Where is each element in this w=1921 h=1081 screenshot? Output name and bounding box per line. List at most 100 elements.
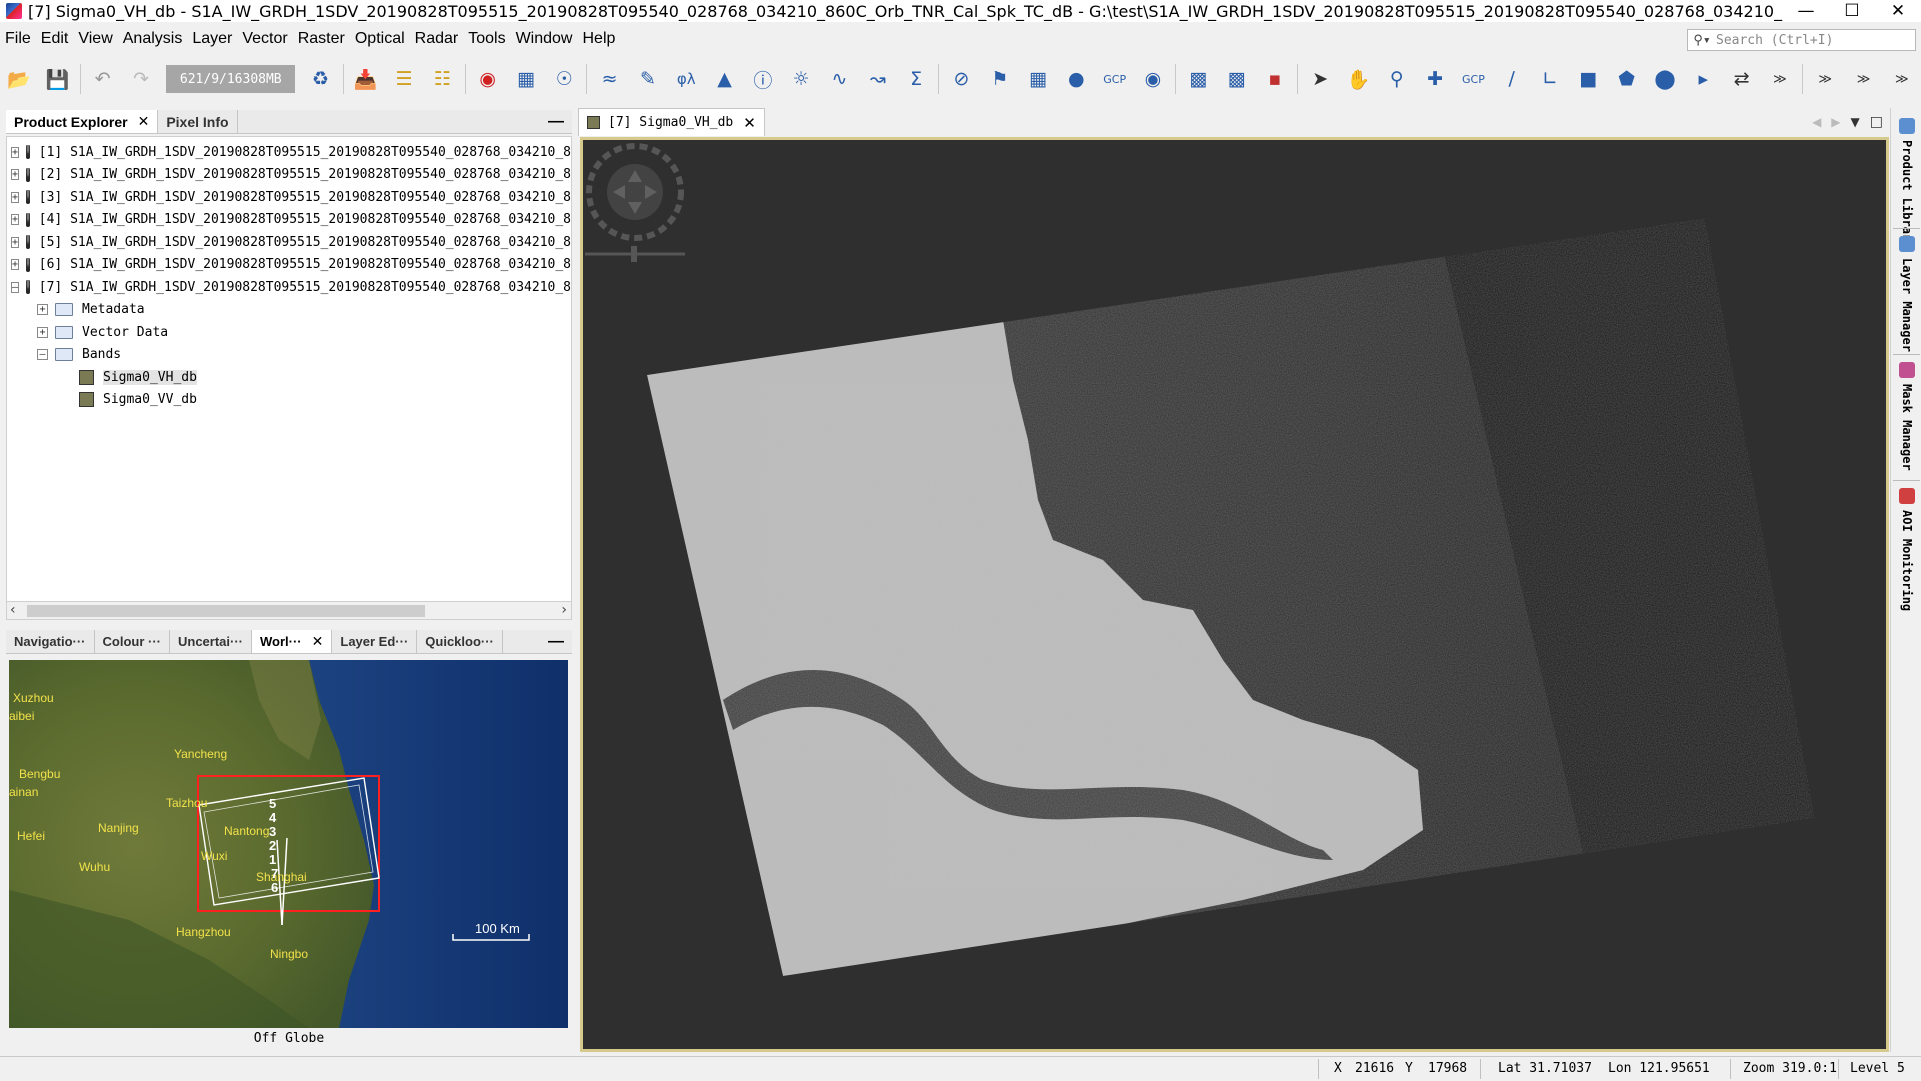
spectrum-icon[interactable]: φλ — [671, 64, 701, 95]
rgb-image-icon[interactable]: ◉ — [473, 64, 503, 95]
zoom-tool-icon[interactable]: ⚲ — [1382, 64, 1412, 95]
side-tab-mask-manager[interactable]: Mask Manager — [1895, 362, 1919, 471]
redo-icon[interactable]: ↷ — [126, 64, 156, 95]
geo-coding-icon[interactable]: ☼ — [786, 64, 816, 95]
tree-node-vector-data[interactable]: + Vector Data — [7, 321, 571, 344]
tab-scroll-left-icon[interactable]: ◀ — [1807, 108, 1826, 136]
navigation-control[interactable] — [585, 143, 685, 262]
edit-icon[interactable]: ✎ — [633, 64, 663, 95]
gcp-manager-icon[interactable]: ● — [1061, 64, 1091, 95]
magic-wand-icon[interactable]: ▸ — [1688, 64, 1718, 95]
menu-raster[interactable]: Raster — [293, 30, 350, 48]
close-icon[interactable]: ✕ — [743, 114, 756, 132]
scroll-right-icon[interactable]: › — [561, 602, 567, 618]
menu-help[interactable]: Help — [577, 30, 620, 48]
expand-icon[interactable]: + — [37, 326, 48, 338]
tree-band-sigma0-vv[interactable]: Sigma0_VV_db — [7, 389, 571, 412]
overlay-icon[interactable]: ▪ — [1260, 64, 1290, 95]
statistics-icon[interactable]: Σ — [901, 64, 931, 95]
collapse-icon[interactable]: – — [11, 281, 20, 293]
pin-placing-icon[interactable]: ✚ — [1420, 64, 1450, 95]
band-maths-icon[interactable]: ▦ — [511, 64, 541, 95]
scatter-plot-icon[interactable]: ∿ — [824, 64, 854, 95]
maximize-view-icon[interactable]: □ — [1865, 108, 1888, 136]
tree-node-metadata[interactable]: + Metadata — [7, 299, 571, 322]
menu-analysis[interactable]: Analysis — [118, 30, 188, 48]
tab-world-view[interactable]: Worl··· ✕ — [252, 630, 333, 653]
tab-uncertainty[interactable]: Uncertai··· — [170, 630, 252, 653]
menu-edit[interactable]: Edit — [36, 30, 74, 48]
tree-node-bands[interactable]: – Bands — [7, 344, 571, 367]
world-view-icon[interactable]: ◉ — [1138, 64, 1168, 95]
image-view[interactable] — [580, 137, 1889, 1052]
expand-icon[interactable]: + — [11, 236, 20, 248]
tree-product-5[interactable]: + [5] S1A_IW_GRDH_1SDV_20190828T095515_20… — [7, 231, 571, 254]
undo-icon[interactable]: ↶ — [88, 64, 118, 95]
mask-icon[interactable]: ⊘ — [946, 64, 976, 95]
tree-product-1[interactable]: + [1] S1A_IW_GRDH_1SDV_20190828T095515_20… — [7, 141, 571, 164]
search-input[interactable]: ⚲▾ Search (Ctrl+I) — [1687, 29, 1916, 51]
ellipse-tool-icon[interactable]: ⬤ — [1650, 64, 1680, 95]
tab-layer-editor[interactable]: Layer Ed··· — [332, 630, 418, 653]
menu-radar[interactable]: Radar — [410, 30, 464, 48]
expand-icon[interactable]: + — [11, 214, 20, 226]
open-product-icon[interactable]: 📂 — [4, 64, 34, 95]
layer-editor-icon[interactable]: ▩ — [1183, 64, 1213, 95]
tree-product-3[interactable]: + [3] S1A_IW_GRDH_1SDV_20190828T095515_20… — [7, 186, 571, 209]
tree-product-4[interactable]: + [4] S1A_IW_GRDH_1SDV_20190828T095515_20… — [7, 209, 571, 232]
tree-band-sigma0-vh[interactable]: Sigma0_VH_db — [7, 366, 571, 389]
save-product-icon[interactable]: 💾 — [42, 64, 72, 95]
horizontal-scrollbar[interactable]: ‹ › — [6, 602, 572, 620]
graticule-icon[interactable]: ▦ — [1023, 64, 1053, 95]
menu-window[interactable]: Window — [511, 30, 578, 48]
correlation-icon[interactable]: ↝ — [863, 64, 893, 95]
tab-image-view[interactable]: [7] Sigma0_VH_db ✕ — [578, 108, 765, 136]
side-tab-aoi-monitoring[interactable]: AOI Monitoring — [1895, 488, 1919, 611]
tree-product-2[interactable]: + [2] S1A_IW_GRDH_1SDV_20190828T095515_20… — [7, 164, 571, 187]
menu-layer[interactable]: Layer — [187, 30, 237, 48]
line-tool-icon[interactable]: ∕ — [1497, 64, 1527, 95]
close-window-button[interactable]: ✕ — [1875, 0, 1921, 22]
tab-navigation[interactable]: Navigatio··· — [6, 630, 95, 653]
graph-builder-icon[interactable]: ☰ — [389, 64, 419, 95]
range-finder-icon[interactable]: ⇄ — [1726, 64, 1756, 95]
tab-list-icon[interactable]: ▼ — [1846, 108, 1865, 136]
pin-manager-icon[interactable]: ⚑ — [985, 64, 1015, 95]
menu-view[interactable]: View — [73, 30, 117, 48]
histogram-icon[interactable]: ▲ — [709, 64, 739, 95]
import-icon[interactable]: 📥 — [351, 64, 381, 95]
minimize-button[interactable]: — — [1783, 0, 1829, 22]
close-icon[interactable]: ✕ — [312, 633, 324, 650]
tab-quicklook[interactable]: Quickloo··· — [417, 630, 503, 653]
tab-scroll-right-icon[interactable]: ▶ — [1826, 108, 1845, 136]
world-wind-icon[interactable]: ☉ — [549, 64, 579, 95]
menu-vector[interactable]: Vector — [237, 30, 292, 48]
expand-icon[interactable]: + — [11, 169, 20, 181]
side-tab-layer-manager[interactable]: Layer Manager — [1895, 236, 1919, 352]
select-tool-icon[interactable]: ➤ — [1305, 64, 1335, 95]
tree-product-7[interactable]: – [7] S1A_IW_GRDH_1SDV_20190828T095515_20… — [7, 276, 571, 299]
batch-processing-icon[interactable]: ☷ — [427, 64, 457, 95]
memory-indicator[interactable]: 621/9/16308MB — [166, 65, 296, 93]
expand-icon[interactable]: + — [11, 146, 20, 158]
garbage-collect-icon[interactable]: ♻ — [305, 64, 335, 95]
polyline-tool-icon[interactable]: ∟ — [1535, 64, 1565, 95]
collapse-icon[interactable]: – — [37, 349, 48, 361]
maximize-button[interactable]: ☐ — [1829, 0, 1875, 22]
menu-optical[interactable]: Optical — [350, 30, 410, 48]
menu-tools[interactable]: Tools — [463, 30, 510, 48]
profile-plot-icon[interactable]: ≈ — [594, 64, 624, 95]
expand-icon[interactable]: + — [11, 259, 20, 271]
tab-colour-manipulation[interactable]: Colour ··· — [95, 630, 170, 653]
toolbar-overflow-icon[interactable]: ≫ — [1810, 64, 1840, 95]
close-icon[interactable]: ✕ — [138, 113, 150, 130]
toolbar-overflow-icon[interactable]: ≫ — [1848, 64, 1878, 95]
toolbar-overflow-icon[interactable]: ≫ — [1765, 64, 1795, 95]
toolbar-overflow-icon[interactable]: ≫ — [1887, 64, 1917, 95]
zoom-slider-thumb[interactable] — [631, 246, 637, 262]
information-icon[interactable]: ⓘ — [748, 64, 778, 95]
polygon-tool-icon[interactable]: ⬟ — [1612, 64, 1642, 95]
expand-icon[interactable]: + — [37, 304, 48, 316]
scroll-left-icon[interactable]: ‹ — [10, 602, 16, 618]
tree-product-6[interactable]: + [6] S1A_IW_GRDH_1SDV_20190828T095515_20… — [7, 254, 571, 277]
